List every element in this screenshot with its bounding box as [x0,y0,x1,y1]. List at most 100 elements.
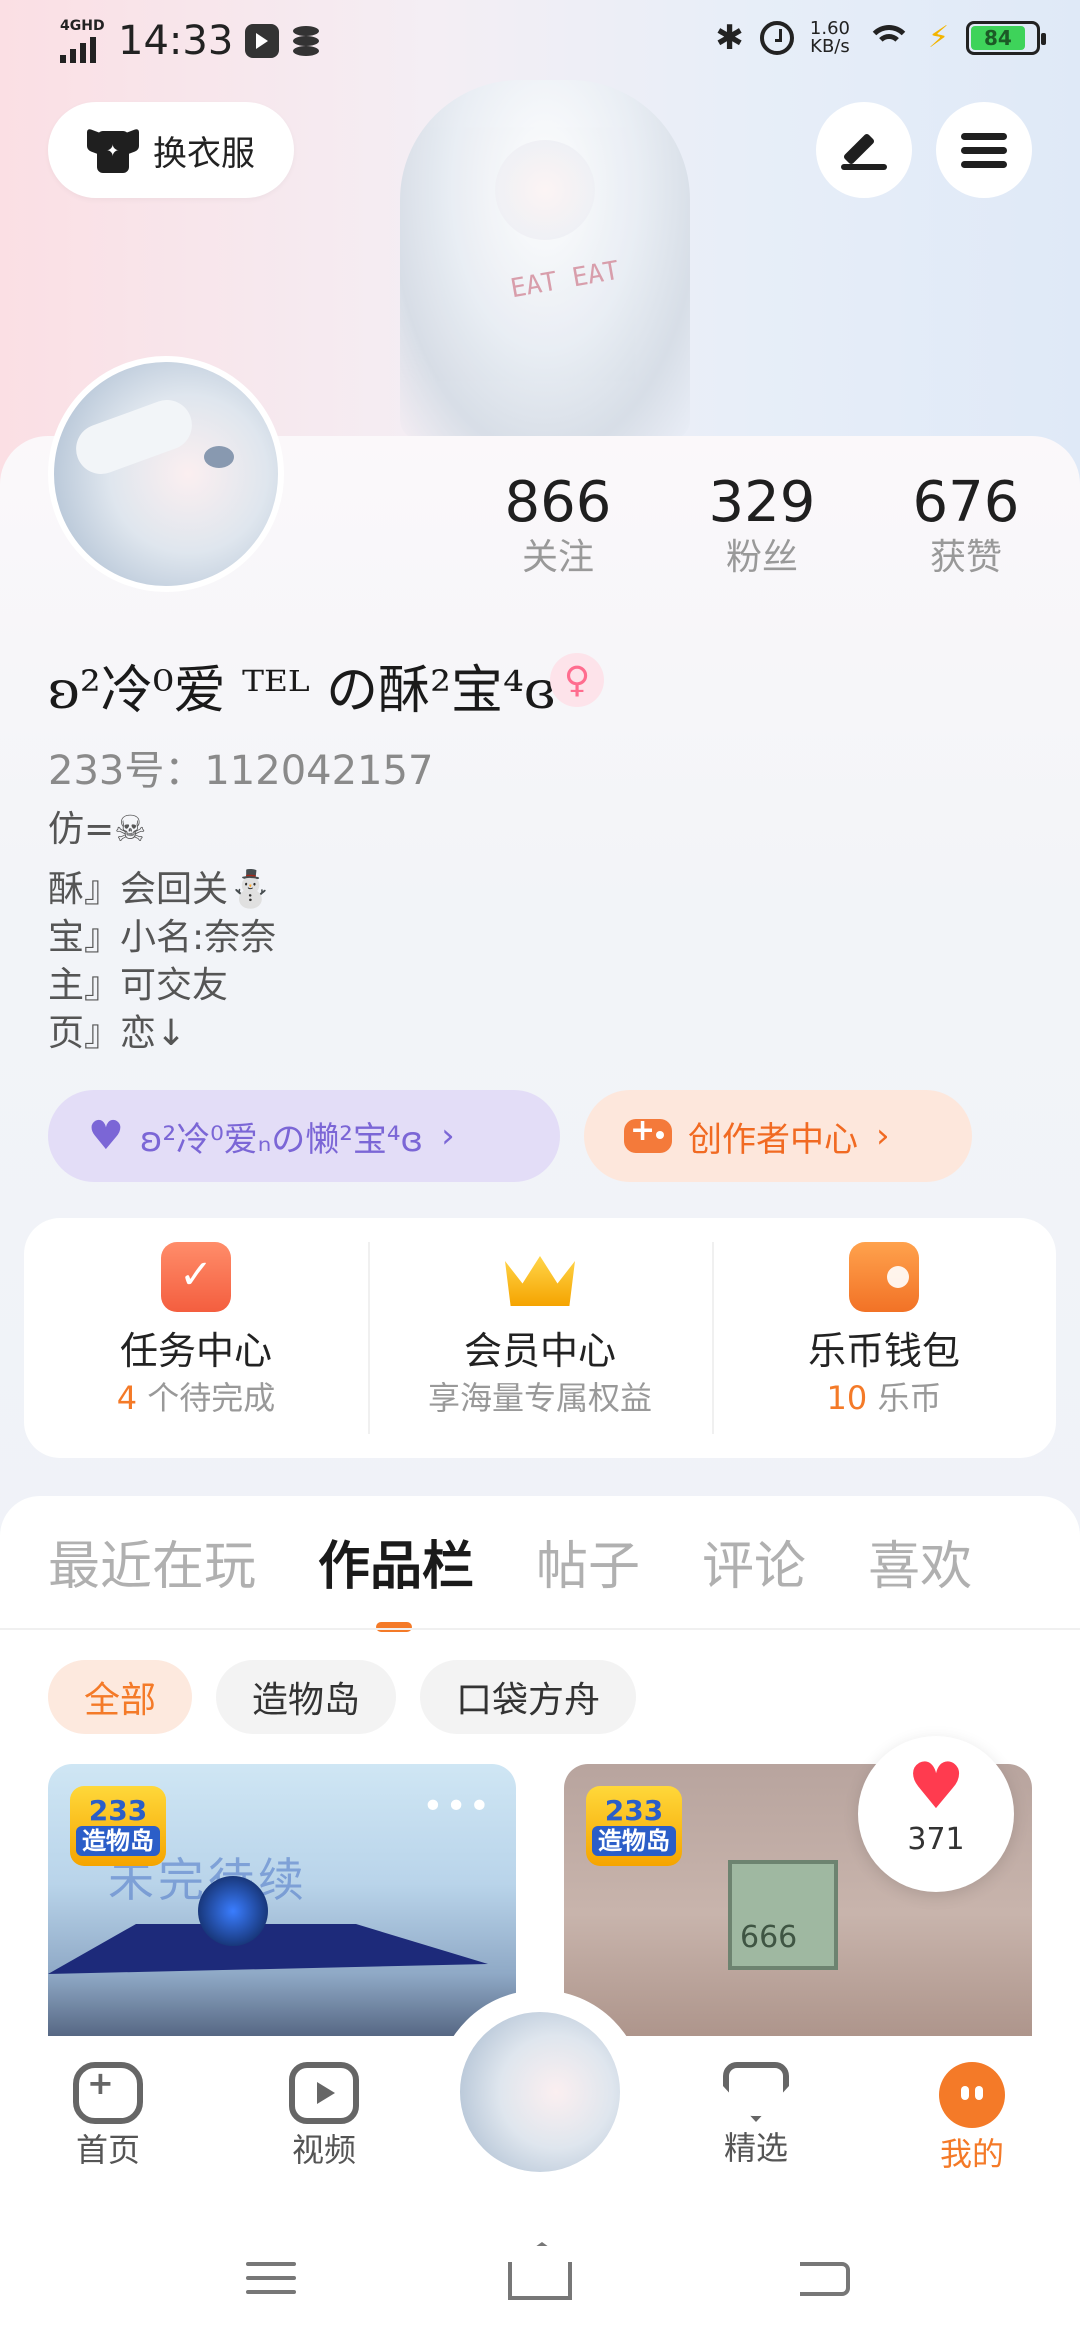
recent-apps-icon[interactable] [246,2262,296,2304]
tab-posts[interactable]: 帖子 [536,1532,640,1602]
coin-wallet[interactable]: 乐币钱包 10 乐币 [712,1218,1056,1458]
storage-notification-icon [291,24,325,58]
like-count: 371 [907,1822,965,1857]
network-type: 4GHD [60,18,105,34]
pen-icon [841,130,887,170]
speed-unit: KB/s [810,36,850,57]
stat-likes[interactable]: 676 获赞 [896,470,1036,580]
figure-shirt-text: EAT EAT [508,255,622,305]
home-icon[interactable] [508,2262,572,2300]
edit-profile-button[interactable] [816,102,912,198]
change-outfit-label: 换衣服 [153,133,255,174]
nav-home[interactable]: 首页 [48,2062,168,2170]
content-tabs: 最近在玩 作品栏 帖子 评论 喜欢 [48,1532,1034,1632]
chevron-right-icon: › [441,1116,455,1156]
chip-creation-island[interactable]: 造物岛 [216,1660,397,1734]
stat-value: 676 [912,470,1020,535]
stat-label: 粉丝 [725,537,798,578]
hamburger-icon [961,126,1007,175]
quick-title: 乐币钱包 [807,1329,960,1373]
network-signal-icon: 4GHD [58,19,106,63]
bluetooth-icon: ✱ [715,18,744,58]
nav-me[interactable]: 我的 [912,2062,1032,2174]
wallet-icon [849,1242,919,1312]
avatar-3d-figure[interactable]: EAT EAT [400,80,690,440]
nickname: ʚ²冷⁰爱 ᵀᴱᴸ の酥²宝⁴ɞ [48,661,556,721]
filter-chips: 全部 造物岛 口袋方舟 [48,1660,637,1734]
video-play-icon [289,2062,359,2124]
vip-center[interactable]: 会员中心 享海量专属权益 [368,1218,712,1458]
quick-panel: 任务中心 4 个待完成 会员中心 享海量专属权益 乐币钱包 10 乐币 [24,1218,1056,1458]
quick-subtitle: 10 乐币 [826,1379,942,1417]
calendar-check-icon [161,1242,231,1312]
task-center[interactable]: 任务中心 4 个待完成 [24,1218,368,1458]
tab-comments[interactable]: 评论 [702,1532,806,1602]
bio: 仿=☠ 酥』会回关⛄ 宝』小名:奈奈 主』可交友 页』恋↓ [48,806,276,1058]
system-nav-bar [0,2216,1080,2340]
chip-pocket-ark[interactable]: 口袋方舟 [420,1660,637,1734]
back-icon[interactable] [800,2262,850,2296]
quick-title: 会员中心 [463,1329,616,1373]
quick-subtitle: 享海量专属权益 [427,1379,652,1417]
fan-group-button[interactable]: ♥ ʚ²冷⁰爱ₙの懒²宝⁴ɞ › [48,1090,560,1182]
heart-icon: ♥ [907,1750,965,1824]
battery-icon: 84 [966,21,1046,55]
media-notification-icon [245,24,280,58]
tab-likes[interactable]: 喜欢 [868,1532,972,1602]
stat-value: 329 [708,470,816,535]
me-icon [939,2062,1005,2128]
stat-followers[interactable]: 329 粉丝 [692,470,832,580]
tabs-divider [0,1628,1080,1630]
network-speed: 1.60 KB/s [810,20,850,56]
change-outfit-button[interactable]: ✦ 换衣服 [48,102,294,198]
nav-label: 首页 [75,2131,140,2169]
logo-text-top: 233 [604,1794,664,1827]
logo-text-bottom: 造物岛 [592,1826,676,1856]
nav-label: 视频 [291,2131,356,2169]
nav-video[interactable]: 视频 [264,2062,384,2170]
card-art-floor [48,1924,488,1974]
nav-label: 我的 [939,2135,1004,2173]
tab-recently-played[interactable]: 最近在玩 [48,1532,256,1602]
card-art-ball [198,1876,268,1946]
female-icon: ♀ [550,653,604,707]
nav-label: 精选 [723,2129,788,2167]
more-options-icon[interactable]: ••• [422,1786,492,1827]
fan-group-label: ʚ²冷⁰爱ₙの懒²宝⁴ɞ [139,1119,424,1160]
233-creation-island-logo: 233 造物岛 [586,1786,682,1866]
figure-face [495,140,595,240]
crown-icon [505,1242,575,1312]
bio-line: 酥』会回关⛄ [48,869,273,910]
chip-all[interactable]: 全部 [48,1660,193,1734]
gamepad-icon [624,1113,672,1153]
battery-level: 84 [971,26,1025,50]
stat-label: 获赞 [929,537,1002,578]
heart-icon: ♥ [88,1113,124,1159]
user-id[interactable]: 233号：112042157 [48,738,433,796]
quick-subtitle: 4 个待完成 [116,1379,276,1417]
wifi-icon [866,21,912,55]
status-time: 14:33 [118,18,234,64]
gamepad-icon [73,2062,143,2124]
tab-works[interactable]: 作品栏 [318,1532,474,1632]
bio-line: 页』恋↓ [48,1013,187,1054]
stat-value: 866 [504,470,612,535]
avatar-eye [204,446,234,468]
quick-title: 任务中心 [119,1329,272,1373]
work-card[interactable]: 未完待续 233 造物岛 ••• [48,1764,516,2064]
like-bubble[interactable]: ♥ 371 [858,1736,1014,1892]
nav-center-avatar[interactable] [456,2008,624,2176]
alarm-icon [759,21,794,55]
stat-following[interactable]: 866 关注 [488,470,628,580]
nav-featured[interactable]: 精选 [696,2062,816,2168]
creator-center-label: 创作者中心 [688,1119,858,1160]
profile-stats: 866 关注 329 粉丝 676 获赞 [0,470,1080,610]
stat-label: 关注 [521,537,594,578]
233-creation-island-logo: 233 造物岛 [70,1786,166,1866]
menu-button[interactable] [936,102,1032,198]
logo-text-top: 233 [88,1794,148,1827]
tshirt-icon: ✦ [87,127,139,173]
bio-line: 宝』小名:奈奈 [48,917,277,958]
creator-center-button[interactable]: 创作者中心 › [584,1090,972,1182]
charging-icon: ⚡ [928,20,950,55]
